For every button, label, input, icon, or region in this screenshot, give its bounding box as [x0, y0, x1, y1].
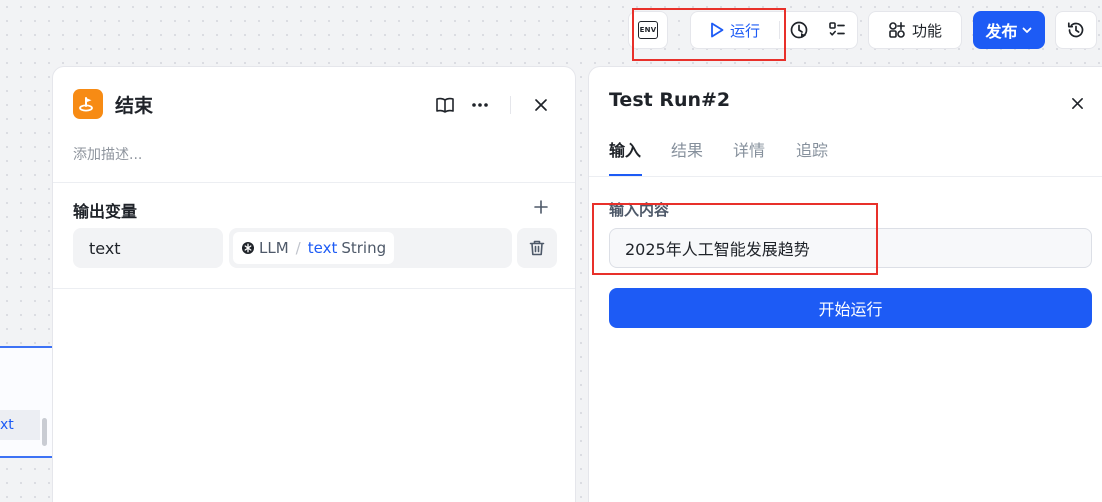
tab-input[interactable]: 输入	[609, 137, 641, 161]
book-icon	[436, 97, 454, 113]
header-divider	[510, 96, 511, 114]
end-node-icon	[73, 89, 103, 119]
variable-type: String	[341, 239, 387, 257]
run-label: 运行	[729, 21, 760, 40]
output-variables-title: 输出变量	[73, 202, 138, 221]
history-icon	[1067, 22, 1084, 38]
variable-name-field[interactable]: text	[73, 228, 223, 268]
docs-button[interactable]	[433, 93, 457, 117]
input-content-field[interactable]	[609, 228, 1092, 268]
canvas-node-output-text: xt	[0, 417, 14, 433]
run-toolbar-group: 运行	[690, 11, 858, 49]
publish-button[interactable]: 发布	[973, 11, 1045, 49]
checklist-icon	[829, 22, 845, 36]
source-variable-name: text	[307, 239, 338, 257]
canvas-node-output-row: xt	[0, 410, 40, 440]
trash-icon	[529, 240, 545, 256]
chevron-down-icon	[1022, 27, 1031, 33]
features-button[interactable]: 功能	[869, 12, 961, 48]
close-test-run-button[interactable]	[1065, 91, 1089, 115]
close-icon	[535, 99, 547, 111]
end-node-title[interactable]: 结束	[115, 91, 153, 118]
apps-icon	[889, 22, 905, 38]
variable-name-value: text	[89, 238, 121, 258]
llm-node-icon	[242, 242, 254, 254]
variable-reference-tag[interactable]: LLM / text String	[233, 232, 395, 264]
tab-trace[interactable]: 追踪	[796, 137, 828, 161]
tabs-divider	[589, 176, 1102, 177]
features-toolbar-group: 功能	[868, 11, 962, 49]
tab-details[interactable]: 详情	[733, 137, 765, 161]
close-end-panel-button[interactable]	[529, 93, 553, 117]
end-flag-icon	[79, 97, 93, 112]
delete-variable-button[interactable]	[517, 228, 557, 268]
close-icon	[1071, 97, 1083, 109]
env-icon: ENV	[638, 21, 658, 39]
env-toolbar-group: ENV	[628, 11, 668, 49]
source-node-name: LLM	[259, 239, 289, 257]
canvas-node-scrollbar[interactable]	[42, 418, 47, 446]
publish-label: 发布	[985, 22, 1018, 41]
checklist-button[interactable]	[818, 12, 856, 48]
add-variable-button[interactable]	[531, 197, 551, 217]
variable-reference-field[interactable]: LLM / text String	[229, 228, 512, 268]
more-horizontal-icon	[472, 103, 488, 107]
path-separator: /	[295, 239, 301, 257]
start-run-button[interactable]: 开始运行	[609, 288, 1092, 328]
features-label: 功能	[911, 21, 942, 40]
divider	[53, 182, 575, 183]
clock-play-icon	[790, 21, 808, 39]
run-history-button[interactable]	[780, 12, 818, 48]
divider	[53, 288, 575, 289]
input-content-label: 输入内容	[609, 201, 670, 219]
end-node-panel: 结束 添加描述... 输出变量 text LLM / text String	[52, 66, 576, 502]
plus-icon	[534, 200, 548, 214]
more-options-button[interactable]	[468, 93, 492, 117]
version-history-button[interactable]	[1056, 12, 1096, 48]
start-run-label: 开始运行	[818, 300, 883, 319]
env-button[interactable]: ENV	[629, 12, 667, 48]
version-history-group	[1055, 11, 1097, 49]
test-run-title: Test Run#2	[609, 89, 731, 111]
description-input[interactable]: 添加描述...	[73, 144, 142, 164]
tab-result[interactable]: 结果	[671, 137, 703, 161]
play-icon	[711, 22, 724, 38]
test-run-panel: Test Run#2 输入 结果 详情 追踪 输入内容 开始运行	[588, 66, 1102, 502]
run-button[interactable]: 运行	[691, 12, 779, 48]
